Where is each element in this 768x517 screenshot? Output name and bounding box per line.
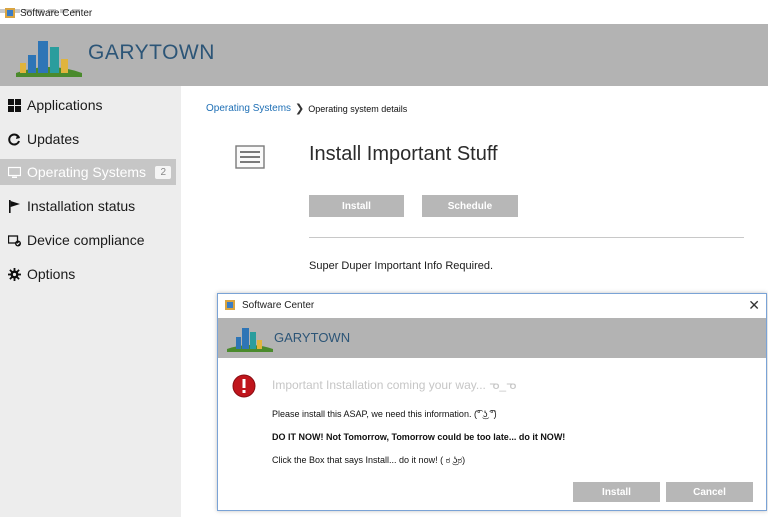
quick-access-toolbar [0,0,190,13]
divider [309,237,744,238]
operating-system-icon [235,145,265,169]
sidebar-item-updates[interactable]: Updates [0,126,176,152]
info-text: Super Duper Important Info Required. [309,260,494,272]
dialog-brand-name: GARYTOWN [274,330,351,345]
monitor-icon [7,165,21,179]
dialog-cancel-button[interactable]: Cancel [666,482,753,502]
dialog-message-line: Please install this ASAP, we need this i… [272,409,497,419]
dialog-title: Software Center [242,300,315,311]
sidebar-item-device-compliance[interactable]: Device compliance [0,227,176,253]
schedule-button[interactable]: Schedule [422,195,518,217]
city-logo-icon [227,328,273,352]
dialog-message-line: DO IT NOW! Not Tomorrow, Tomorrow could … [272,432,566,442]
sidebar-item-label: Options [27,266,76,282]
count-badge: 2 [155,165,171,179]
error-icon [232,374,256,398]
sidebar-item-label: Applications [27,97,103,113]
software-center-app-icon [5,8,15,18]
city-logo-icon [16,41,82,77]
dialog-install-button[interactable]: Install [573,482,660,502]
install-prompt-dialog: Software Center ✕ GARYTOWN Important Ins… [217,293,767,511]
sidebar-item-options[interactable]: Options [0,261,176,287]
dialog-heading: Important Installation coming your way..… [272,378,517,392]
window-titlebar: Software Center [0,0,768,24]
apps-grid-icon [7,98,21,112]
sidebar-item-installation-status[interactable]: Installation status [0,193,176,219]
sidebar-item-label: Installation status [27,198,136,214]
refresh-icon [7,132,21,146]
sidebar-item-label: Device compliance [27,232,145,248]
dialog-brand-banner: GARYTOWN [218,318,766,358]
breadcrumb-parent-link[interactable]: Operating Systems [206,103,291,114]
flag-icon [7,199,21,213]
sidebar-item-label: Operating Systems [27,164,147,180]
device-compliance-icon [7,233,21,247]
breadcrumb-separator: ❯ [295,103,305,115]
sidebar-item-operating-systems[interactable]: Operating Systems 2 [0,159,176,185]
dialog-titlebar: Software Center ✕ [218,294,766,318]
gear-icon [7,267,21,281]
sidebar-item-applications[interactable]: Applications [0,92,176,118]
sidebar-item-label: Updates [27,131,80,147]
brand-banner: GARYTOWN [0,24,768,86]
breadcrumb: Operating Systems ❯ Operating system det… [206,102,407,115]
install-button[interactable]: Install [309,195,404,217]
window-title: Software Center [20,8,93,19]
dialog-message-line: Click the Box that says Install... do it… [272,455,466,465]
brand-name: GARYTOWN [88,41,215,64]
page-title: Install Important Stuff [309,143,498,165]
close-icon[interactable]: ✕ [748,297,760,314]
breadcrumb-current: Operating system details [308,103,408,114]
software-center-app-icon [225,300,235,310]
sidebar: Applications Updates Operating Systems 2… [0,86,181,517]
